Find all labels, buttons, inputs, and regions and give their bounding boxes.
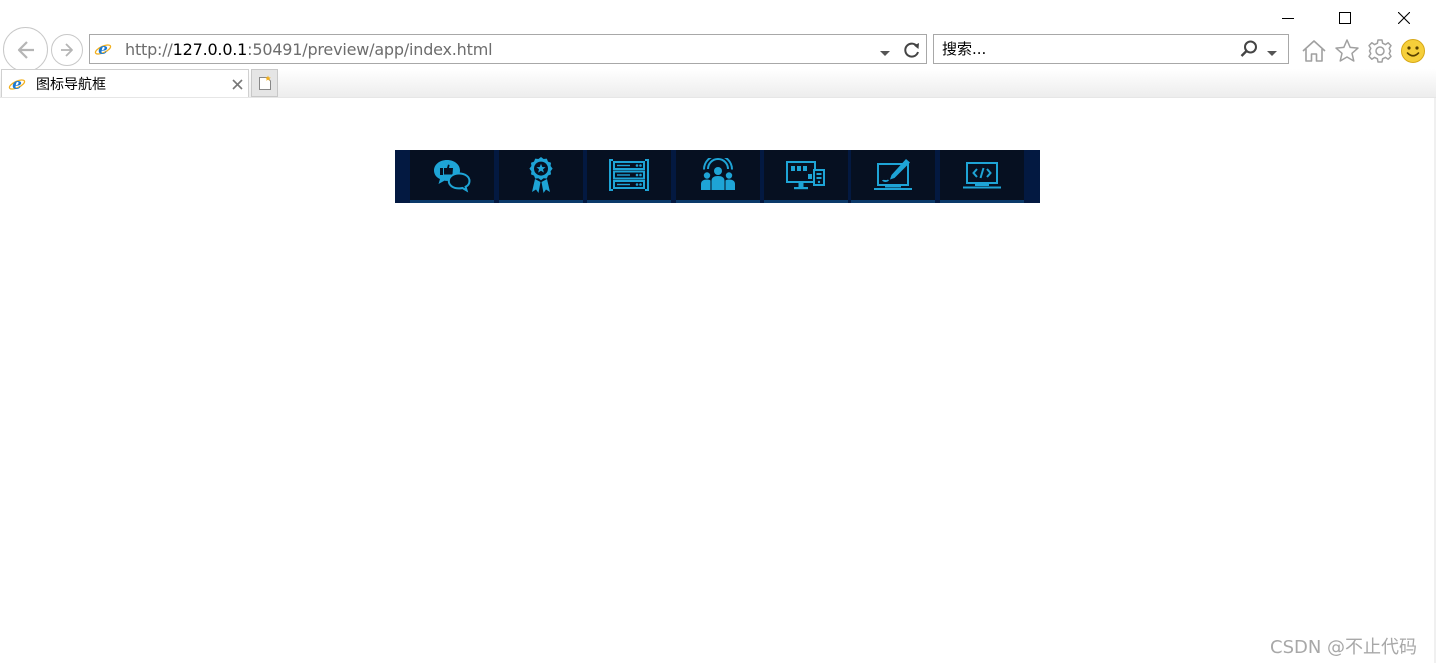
address-dropdown-icon[interactable] — [880, 44, 890, 62]
nav-item-team[interactable] — [676, 150, 760, 203]
nav-item-design[interactable] — [851, 150, 935, 203]
maximize-button[interactable] — [1325, 4, 1365, 32]
server-rack-icon — [609, 159, 649, 191]
nav-item-devices[interactable] — [764, 150, 848, 203]
new-tab-icon — [258, 75, 271, 90]
svg-text:e: e — [98, 40, 108, 58]
tab-title: 图标导航框 — [36, 77, 106, 93]
ie-icon: e — [93, 39, 113, 59]
minimize-button[interactable] — [1268, 4, 1308, 32]
close-icon — [1398, 12, 1410, 24]
icon-navbar — [395, 150, 1040, 203]
arrow-right-icon — [61, 43, 73, 57]
home-icon[interactable] — [1300, 37, 1328, 65]
smiley-icon[interactable] — [1399, 37, 1427, 65]
new-tab-button[interactable] — [251, 69, 278, 97]
search-bar[interactable] — [933, 34, 1289, 64]
nav-item-chat[interactable] — [410, 150, 494, 203]
multi-device-icon — [786, 161, 825, 190]
nav-item-server[interactable] — [587, 150, 671, 203]
close-window-button[interactable] — [1384, 4, 1424, 32]
search-dropdown-icon[interactable] — [1267, 44, 1277, 62]
tab-divider — [0, 97, 1436, 98]
search-icon[interactable] — [1239, 39, 1259, 64]
tab-active[interactable]: e 图标导航框 — [1, 69, 249, 98]
address-bar[interactable]: e http://127.0.0.1:50491/preview/app/ind… — [89, 34, 927, 64]
forward-button[interactable] — [51, 34, 83, 66]
close-icon — [231, 78, 243, 90]
maximize-icon — [1339, 12, 1351, 24]
search-input[interactable] — [942, 39, 1232, 59]
laptop-design-icon — [874, 159, 912, 190]
tab-close-button[interactable] — [230, 77, 244, 91]
refresh-icon — [904, 42, 919, 58]
ie-icon: e — [7, 74, 27, 94]
refresh-button[interactable] — [900, 38, 924, 62]
nav-item-award[interactable] — [499, 150, 583, 203]
gear-icon[interactable] — [1366, 37, 1394, 65]
svg-text:e: e — [12, 75, 22, 93]
chat-like-icon — [434, 160, 471, 193]
award-ribbon-icon — [529, 157, 553, 193]
tab-strip: e 图标导航框 — [0, 69, 1436, 98]
url-text[interactable]: http://127.0.0.1:50491/preview/app/index… — [125, 40, 493, 59]
arrow-left-icon — [17, 40, 34, 59]
star-icon[interactable] — [1333, 37, 1361, 65]
team-people-icon — [701, 158, 735, 190]
back-button[interactable] — [3, 27, 48, 72]
watermark: CSDN @不止代码 — [1270, 637, 1418, 658]
laptop-code-icon — [963, 162, 1001, 189]
minimize-icon — [1282, 18, 1294, 19]
nav-item-code[interactable] — [940, 150, 1024, 203]
